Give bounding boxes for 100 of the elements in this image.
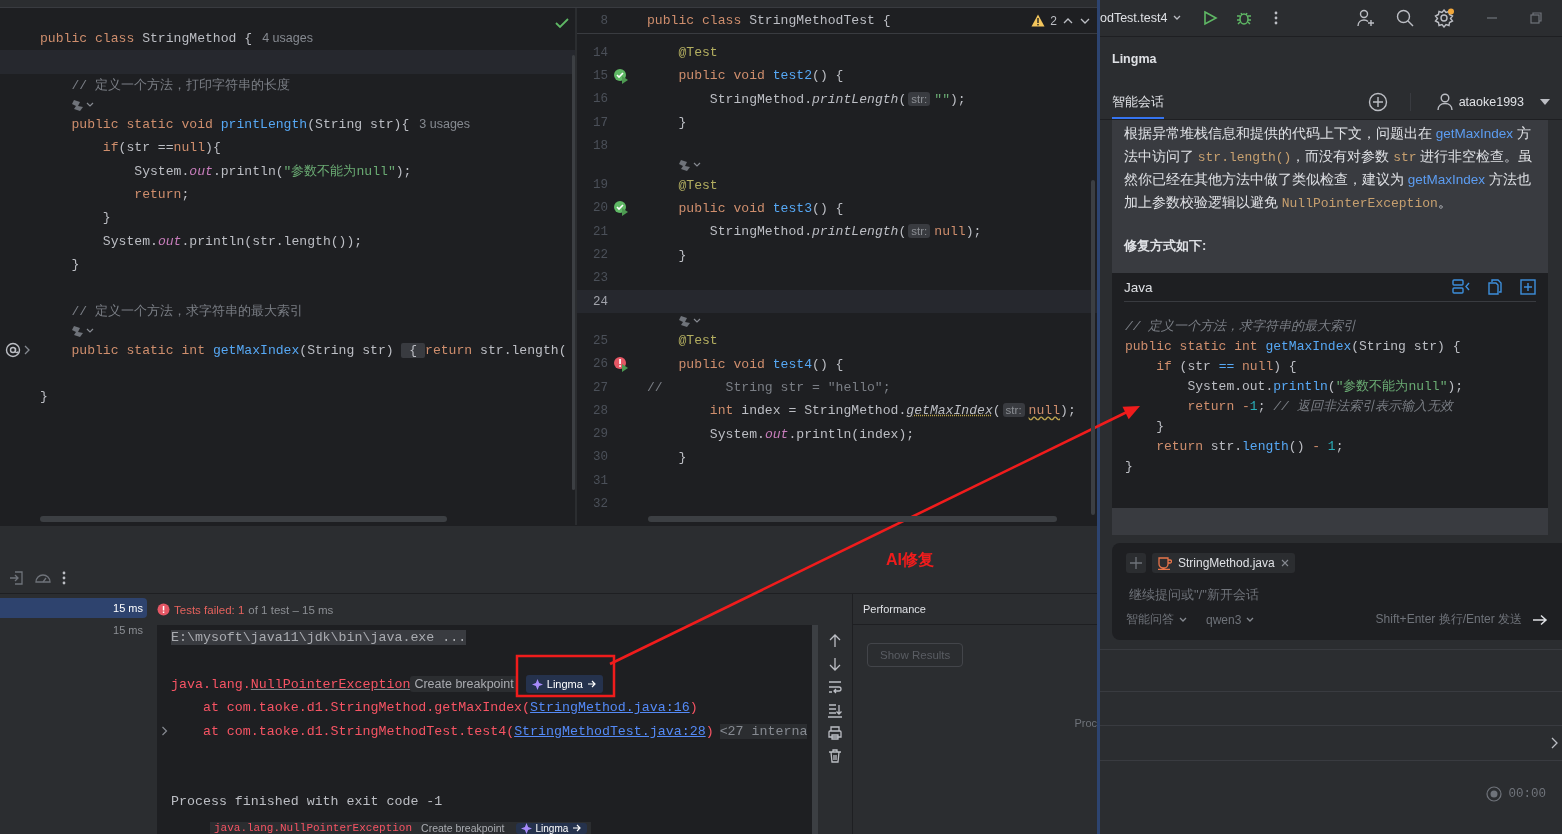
console-text: at com.taoke.d1.StringMethod.getMaxIndex(: [201, 700, 531, 716]
code-line: StringMethod.printLength( str: null);: [708, 224, 982, 240]
code-line: public class StringMethod { 4 usages: [40, 31, 313, 47]
code-line: }: [1155, 418, 1165, 436]
source-link[interactable]: StringMethodTest.java:28: [514, 723, 706, 739]
message-input[interactable]: 继续提问或"/"新开会话: [1129, 583, 1551, 605]
create-breakpoint-button[interactable]: Create breakpoint: [418, 822, 508, 834]
warning-count: 2: [1050, 13, 1057, 28]
vertical-scrollbar[interactable]: [1091, 180, 1095, 515]
error-icon: [157, 603, 170, 616]
mode-dropdown[interactable]: 智能问答: [1126, 611, 1188, 628]
scroll-to-end-icon[interactable]: [827, 702, 843, 718]
send-icon[interactable]: [1532, 613, 1548, 626]
lingma-button[interactable]: Lingma: [515, 822, 588, 834]
annotation-label: AI修复: [886, 550, 934, 570]
code-line: System.out.println("参数不能为null");: [133, 163, 412, 181]
method-link[interactable]: getMaxIndex: [1435, 126, 1514, 141]
close-icon[interactable]: [1280, 559, 1289, 567]
console-text: Process finished with exit code -1: [171, 793, 443, 809]
new-file-icon[interactable]: [1520, 279, 1536, 295]
ai-action-icon[interactable]: [71, 323, 96, 338]
expand-chevron-icon[interactable]: [160, 726, 168, 737]
code-line: }: [677, 247, 687, 263]
search-icon[interactable]: [1396, 9, 1415, 27]
code-line: public static int getMaxIndex(String str) {: [1125, 338, 1462, 356]
arrow-right-icon: [586, 679, 597, 690]
ai-action-icon[interactable]: [71, 97, 96, 112]
sparkle-icon: [531, 678, 543, 690]
sparkle-icon: [520, 822, 532, 834]
more-icon[interactable]: [1274, 10, 1279, 26]
insert-code-icon[interactable]: [1452, 279, 1470, 295]
exception-link[interactable]: NullPointerException: [250, 676, 411, 692]
code-line: public static int getMaxIndex(String str) { return str.length(: [70, 342, 567, 358]
model-dropdown[interactable]: qwen3: [1206, 612, 1256, 627]
code-line: System.out.println(str.length());: [101, 233, 363, 249]
code-line: return;: [133, 186, 190, 202]
ai-action-icon[interactable]: [678, 158, 703, 173]
user-icon: [1436, 93, 1453, 111]
print-icon[interactable]: [827, 725, 843, 741]
code-line: }: [677, 449, 687, 465]
add-context-button[interactable]: [1126, 553, 1146, 573]
debug-icon[interactable]: [1236, 10, 1253, 26]
timer-text: 00:00: [1508, 787, 1546, 801]
code-line: StringMethod.printLength( str: "");: [708, 91, 966, 107]
code-line: public static void printLength(String str){ 3 usages: [70, 117, 471, 133]
copy-icon[interactable]: [1488, 279, 1502, 295]
context-file-chip[interactable]: StringMethod.java: [1152, 553, 1295, 573]
import-tests-icon[interactable]: [9, 569, 25, 586]
record-icon[interactable]: [1486, 786, 1503, 802]
lingma-button[interactable]: Lingma: [525, 675, 603, 694]
panel-title: Lingma: [1111, 51, 1158, 68]
cup-icon: [1158, 556, 1172, 570]
code-language: Java: [1124, 279, 1153, 295]
code-line: System.out.println(index);: [708, 426, 915, 442]
internal-frames-toggle[interactable]: <27 interna: [719, 723, 808, 739]
test-failed-icon[interactable]: [613, 356, 629, 373]
arrow-up-icon[interactable]: [827, 633, 843, 649]
test-tree-row[interactable]: 15 ms: [0, 620, 147, 640]
run-icon[interactable]: [1202, 10, 1219, 26]
new-chat-icon[interactable]: [1367, 92, 1388, 112]
code-line: @Test: [677, 333, 718, 349]
soft-wrap-icon[interactable]: [827, 679, 843, 695]
code-line: public void test4() {: [677, 356, 844, 372]
code-line: @Test: [677, 177, 718, 193]
code-line: }: [101, 210, 111, 226]
code-line: public void test3() {: [677, 200, 844, 216]
tests-failed-text: Tests failed: 1: [174, 603, 245, 616]
add-user-icon[interactable]: [1356, 8, 1377, 28]
console-text: ): [689, 700, 698, 716]
check-icon: [555, 17, 569, 29]
horizontal-scrollbar[interactable]: [648, 516, 1057, 522]
warning-icon: [1031, 14, 1046, 27]
method-link[interactable]: getMaxIndex: [1407, 172, 1486, 187]
test-passed-icon[interactable]: [613, 67, 629, 84]
user-name: ataoke1993: [1458, 95, 1524, 109]
settings-icon[interactable]: [1434, 8, 1457, 28]
code-line: if(str ==null){: [101, 140, 221, 156]
code-line: }: [677, 115, 687, 131]
arrow-down-icon[interactable]: [827, 656, 843, 672]
source-link[interactable]: StringMethod.java:16: [530, 700, 690, 716]
message-heading: 修复方式如下:: [1124, 237, 1208, 255]
dropdown-caret-icon[interactable]: [1540, 99, 1550, 105]
code-line: @Test: [677, 45, 718, 61]
console-text: ): [705, 723, 714, 739]
code-line: System.out.println("参数不能为null");: [1186, 378, 1465, 396]
test-passed-icon[interactable]: [613, 200, 629, 217]
code-line: public class StringMethodTest {: [647, 13, 891, 28]
code-line: int index = StringMethod.getMaxIndex( str: null);: [708, 403, 1076, 419]
test-tree-row[interactable]: 15 ms: [0, 598, 147, 618]
run-configuration-dropdown[interactable]: odTest.test4: [1100, 11, 1183, 25]
chevron-right-icon[interactable]: [1551, 737, 1558, 749]
code-line: }: [70, 256, 80, 272]
more-icon[interactable]: [61, 569, 67, 586]
delete-icon[interactable]: [827, 748, 843, 764]
restore-icon[interactable]: [1530, 12, 1543, 24]
ai-action-icon[interactable]: [678, 314, 703, 329]
create-breakpoint-button[interactable]: Create breakpoint: [410, 676, 518, 693]
horizontal-scrollbar[interactable]: [40, 516, 447, 522]
code-line: public void test2() {: [677, 68, 844, 84]
vertical-scrollbar[interactable]: [812, 625, 818, 834]
